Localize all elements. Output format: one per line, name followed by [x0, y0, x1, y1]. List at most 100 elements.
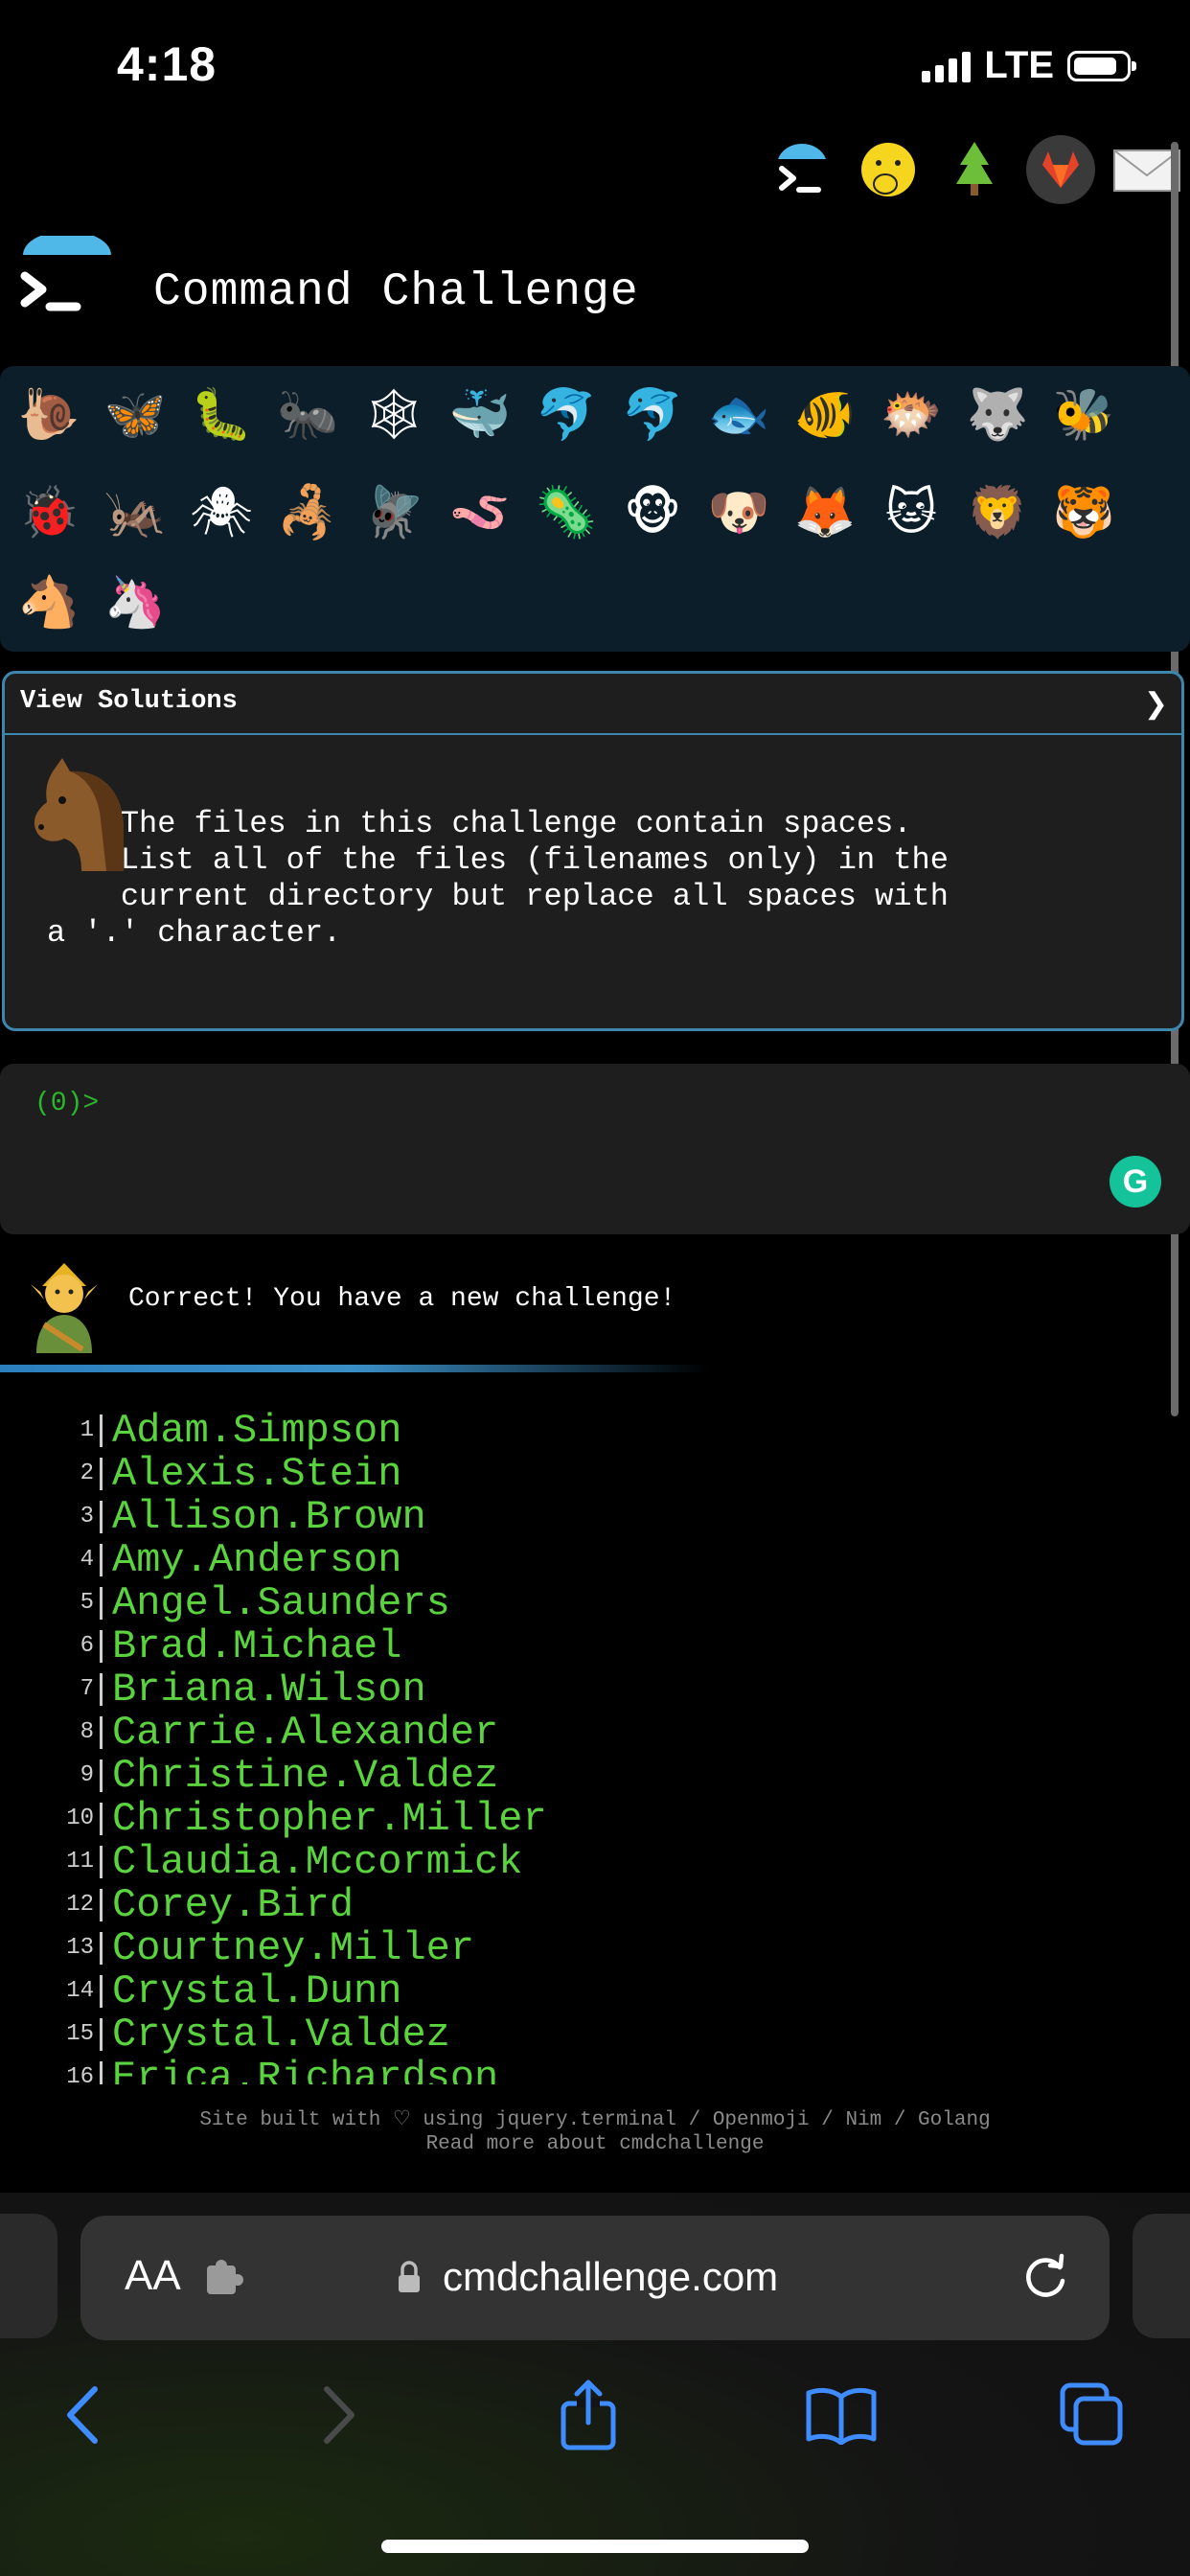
line-number: 2	[80, 1460, 94, 1486]
fly-icon[interactable]: 🪰	[358, 477, 429, 548]
book-icon	[806, 2387, 877, 2445]
ladybug-icon[interactable]: 🐞	[13, 477, 84, 548]
dog-icon[interactable]: 🐶	[703, 477, 774, 548]
file-name: Crystal.Dunn	[112, 1967, 402, 2014]
line-number: 11	[66, 1849, 94, 1874]
line-number: 3	[80, 1504, 94, 1530]
tabs-button[interactable]	[1054, 2377, 1131, 2453]
challenge-emoji-panel: 🐌 🦋 🐛 🐜 🕸 🐳 🐬 🐬 🐟 🐠 🐡 🐺 🐝 🐞 🦗 🕷 🦂 🪰 🪱 🦠 🐵 🐶 🦊 🐱 🦁 🐯 🐴 🦄	[0, 366, 1190, 652]
terminal-logo-icon[interactable]	[19, 230, 112, 328]
status-indicators: LTE	[922, 44, 1136, 87]
terminal-icon[interactable]	[767, 134, 837, 205]
line-separator	[100, 1672, 103, 1706]
cat-icon[interactable]: 🐱	[876, 477, 947, 548]
line-separator	[100, 1414, 103, 1447]
horse-icon[interactable]: 🐴	[13, 567, 84, 638]
line-separator	[100, 1802, 103, 1835]
file-row: 4 Amy.Anderson	[0, 1537, 1190, 1583]
footer-read-more-link[interactable]: Read more about cmdchallenge	[0, 2132, 1190, 2156]
share-button[interactable]	[550, 2377, 627, 2453]
extension-icon[interactable]	[205, 2258, 247, 2296]
terminal-input-area[interactable]: (0)> G	[0, 1064, 1190, 1234]
line-separator	[100, 1715, 103, 1749]
lock-icon	[397, 2260, 422, 2294]
emoji-row-3: 🐴 🦄	[13, 567, 171, 638]
line-number: 1	[80, 1417, 94, 1443]
file-row: 6 Brad.Michael	[0, 1623, 1190, 1669]
address-bar[interactable]: AA cmdchallenge.com	[80, 2216, 1110, 2340]
line-separator	[100, 1500, 103, 1533]
blowfish-icon[interactable]: 🐡	[876, 380, 947, 450]
footer-credits: Site built with ♡ using jquery.terminal …	[199, 2109, 991, 2131]
line-separator	[100, 1629, 103, 1663]
line-number: 14	[66, 1978, 94, 2004]
tiger-icon[interactable]: 🐯	[1048, 477, 1119, 548]
gitlab-icon[interactable]	[1025, 134, 1096, 205]
bee-icon[interactable]: 🐝	[1048, 380, 1119, 450]
url-text[interactable]: cmdchallenge.com	[443, 2254, 778, 2300]
file-row: 5 Angel.Saunders	[0, 1580, 1190, 1626]
line-separator	[100, 1457, 103, 1490]
scorpion-icon[interactable]: 🦂	[272, 477, 343, 548]
file-name: Corey.Bird	[112, 1881, 355, 1928]
home-indicator[interactable]	[381, 2540, 809, 2553]
worm-icon[interactable]: 🪱	[445, 477, 515, 548]
result-message: Correct! You have a new challenge!	[128, 1284, 676, 1314]
fox-icon[interactable]: 🦊	[790, 477, 860, 548]
previous-tab-preview[interactable]	[0, 2214, 57, 2338]
back-button[interactable]	[44, 2377, 121, 2453]
view-solutions-toggle[interactable]: View Solutions ❯	[5, 674, 1181, 735]
file-row: 11 Claudia.Mccormick	[0, 1839, 1190, 1885]
file-name: Christopher.Miller	[112, 1795, 547, 1842]
monkey-icon[interactable]: 🐵	[617, 477, 688, 548]
whale-icon[interactable]: 🐳	[445, 380, 515, 450]
fish-icon[interactable]: 🐟	[703, 380, 774, 450]
lion-icon[interactable]: 🦁	[962, 477, 1033, 548]
file-row: 14 Crystal.Dunn	[0, 1967, 1190, 2014]
cricket-icon[interactable]: 🦗	[100, 477, 171, 548]
spider-web-icon[interactable]: 🕸	[358, 380, 429, 450]
network-type: LTE	[984, 44, 1054, 86]
file-name: Adam.Simpson	[112, 1409, 402, 1454]
chevron-right-icon[interactable]: ❯	[1144, 687, 1168, 721]
line-number: 8	[80, 1719, 94, 1745]
emoji-row-2: 🐞 🦗 🕷 🦂 🪰 🪱 🦠 🐵 🐶 🦊 🐱 🦁 🐯	[13, 477, 1119, 548]
grammarly-icon[interactable]: G	[1110, 1156, 1161, 1208]
share-icon	[561, 2380, 616, 2450]
line-separator	[100, 1586, 103, 1620]
microbe-icon[interactable]: 🦠	[531, 477, 602, 548]
file-name: Allison.Brown	[112, 1493, 426, 1540]
reader-settings-button[interactable]: AA	[125, 2252, 181, 2300]
forward-button[interactable]	[301, 2377, 378, 2453]
elf-icon	[23, 1257, 105, 1353]
file-row: 8 Carrie.Alexander	[0, 1709, 1190, 1756]
signal-icon	[922, 50, 972, 82]
file-row: 15 Crystal.Valdez	[0, 2011, 1190, 2058]
wolf-icon[interactable]: 🐺	[962, 380, 1033, 450]
tree-icon[interactable]	[939, 134, 1010, 205]
reload-icon[interactable]	[1019, 2252, 1071, 2304]
file-name: Crystal.Valdez	[112, 2011, 450, 2058]
file-name: Carrie.Alexander	[112, 1709, 499, 1756]
dolphin-icon[interactable]: 🐬	[617, 380, 688, 450]
next-tab-preview[interactable]	[1133, 2214, 1190, 2338]
dolphin-icon[interactable]: 🐬	[531, 380, 602, 450]
file-row: 12 Corey.Bird	[0, 1881, 1190, 1928]
tropical-fish-icon[interactable]: 🐠	[790, 380, 860, 450]
chevron-left-icon	[67, 2386, 98, 2444]
line-separator	[100, 1974, 103, 2008]
caterpillar-icon[interactable]: 🐛	[186, 380, 257, 450]
spider-icon[interactable]: 🕷	[186, 477, 257, 548]
face-with-hand-over-mouth-icon[interactable]	[853, 134, 924, 205]
line-separator	[100, 1845, 103, 1878]
butterfly-icon[interactable]: 🦋	[100, 380, 171, 450]
page-title: Command Challenge	[153, 266, 639, 318]
file-row: 2 Alexis.Stein	[0, 1451, 1190, 1497]
bookmarks-button[interactable]	[803, 2377, 880, 2453]
emoji-row-1: 🐌 🦋 🐛 🐜 🕸 🐳 🐬 🐬 🐟 🐠 🐡 🐺 🐝	[13, 380, 1119, 450]
snail-icon[interactable]: 🐌	[13, 380, 84, 450]
ant-icon[interactable]: 🐜	[272, 380, 343, 450]
line-separator	[100, 1888, 103, 1921]
line-number: 15	[66, 2021, 94, 2047]
unicorn-icon[interactable]: 🦄	[100, 567, 171, 638]
